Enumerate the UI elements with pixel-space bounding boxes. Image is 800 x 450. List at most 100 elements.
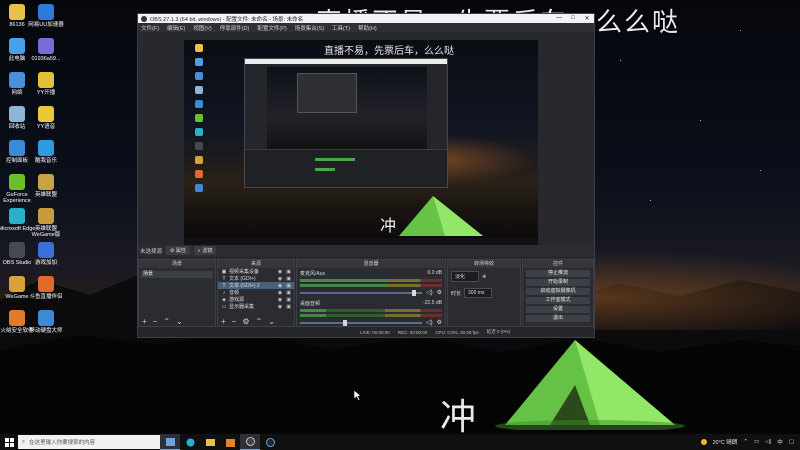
uu-accelerator-icon bbox=[38, 4, 54, 20]
network-icon[interactable]: ▭ bbox=[754, 439, 759, 445]
obs-title-bar[interactable]: OBS 27.1.3 (64 bit, windows) - 配置文件: 未命名… bbox=[138, 14, 594, 23]
move-down-icon[interactable]: ⌄ bbox=[268, 317, 275, 326]
menu-view[interactable]: 视图(V) bbox=[193, 24, 211, 32]
minimize-icon[interactable]: — bbox=[552, 15, 566, 22]
source-item[interactable]: ◈ 游戏源 ◉ ▣ bbox=[218, 296, 294, 304]
obs-status-bar: LIVE: 00:00:00 REC: 00:00:00 CPU: 0.9%, … bbox=[138, 327, 594, 337]
menu-profile[interactable]: 配置文件(P) bbox=[257, 24, 286, 32]
menu-help[interactable]: 帮助(H) bbox=[358, 24, 377, 32]
level-meter bbox=[300, 314, 442, 317]
windows-start-icon[interactable] bbox=[0, 434, 18, 450]
volume-knob[interactable] bbox=[342, 319, 347, 326]
move-up-icon[interactable]: ⌃ bbox=[256, 317, 263, 326]
source-item[interactable]: ▣ 视频采集设备 ◉ ▣ bbox=[218, 268, 294, 276]
tray-expand-icon[interactable]: ⌃ bbox=[743, 439, 748, 445]
source-item[interactable]: ▭ 显示器采集 ◉ ▣ bbox=[218, 303, 294, 311]
move-down-icon[interactable]: ⌄ bbox=[176, 317, 183, 326]
lock-icon[interactable]: ▣ bbox=[286, 276, 291, 282]
volume-icon[interactable]: ◁) bbox=[765, 439, 771, 445]
desktop-icon[interactable]: 移动硬盘大师 bbox=[25, 310, 67, 334]
task-view-icon[interactable] bbox=[160, 434, 180, 450]
visibility-eye-icon[interactable]: ◉ bbox=[278, 290, 282, 296]
speaker-icon[interactable]: ◁) bbox=[426, 289, 433, 296]
channel-settings-icon[interactable]: ⚙ bbox=[437, 319, 442, 326]
desktop-icon[interactable]: YY语音 bbox=[25, 106, 67, 130]
desktop-icon[interactable]: 英雄联盟 bbox=[25, 174, 67, 198]
desktop-icon-label: 网易UU加速器 bbox=[28, 22, 64, 28]
level-meter bbox=[300, 279, 442, 282]
control-button[interactable]: 设置 bbox=[526, 306, 590, 313]
desktop-icon-label: 酷我音乐 bbox=[34, 158, 57, 164]
steam-icon[interactable] bbox=[260, 434, 280, 450]
edge-icon[interactable] bbox=[180, 434, 200, 450]
menu-file[interactable]: 文件(F) bbox=[141, 24, 159, 32]
preview-desktop-icons bbox=[188, 44, 210, 198]
volume-slider[interactable] bbox=[300, 289, 422, 296]
move-up-icon[interactable]: ⌃ bbox=[163, 317, 170, 326]
network-icon bbox=[9, 72, 25, 88]
lock-icon[interactable]: ▣ bbox=[286, 304, 291, 310]
desktop-icon[interactable]: 网易UU加速器 bbox=[25, 4, 67, 28]
lock-icon[interactable]: ▣ bbox=[286, 269, 291, 275]
level-meter bbox=[300, 284, 442, 287]
speaker-icon[interactable]: ◁) bbox=[426, 319, 433, 326]
obs-icon[interactable] bbox=[240, 434, 260, 450]
menu-tools[interactable]: 工具(T) bbox=[332, 24, 350, 32]
maximize-icon[interactable]: □ bbox=[566, 15, 580, 22]
control-button[interactable]: 停止推流 bbox=[526, 270, 590, 277]
control-button[interactable]: 启动虚拟摄像机 bbox=[526, 288, 590, 295]
lol-wegame-icon bbox=[38, 208, 54, 224]
menu-docks[interactable]: 停靠部件(D) bbox=[220, 24, 250, 32]
control-button[interactable]: 工作室模式 bbox=[526, 297, 590, 304]
store-icon[interactable] bbox=[220, 434, 240, 450]
visibility-eye-icon[interactable]: ◉ bbox=[278, 304, 282, 310]
properties-button[interactable]: ⚙ 属性 bbox=[166, 246, 190, 255]
menu-edit[interactable]: 编辑(E) bbox=[167, 24, 185, 32]
desktop-icon[interactable]: 01936a59... bbox=[25, 38, 67, 62]
desktop-icon[interactable]: 游戏加加 bbox=[25, 242, 67, 266]
source-item[interactable]: T 文本 (GDI+) ◉ ▣ bbox=[218, 275, 294, 283]
control-button[interactable]: 开始录制 bbox=[526, 279, 590, 286]
desktop-icon[interactable]: 英雄联盟WeGame版 bbox=[25, 208, 67, 239]
close-icon[interactable]: ✕ bbox=[580, 15, 594, 22]
search-icon: ⌕ bbox=[22, 438, 26, 445]
add-transition-icon[interactable]: ⊕ bbox=[482, 274, 486, 280]
transition-select[interactable]: 淡化 bbox=[451, 271, 479, 282]
obs-preview-canvas[interactable]: 直播不易，先票后车，么么哒 冲 bbox=[184, 40, 538, 245]
visibility-eye-icon[interactable]: ◉ bbox=[278, 276, 282, 282]
volume-knob[interactable] bbox=[412, 289, 417, 296]
control-button[interactable]: 退出 bbox=[526, 315, 590, 322]
add-source-icon[interactable]: + bbox=[221, 317, 226, 326]
source-item[interactable]: ♪ 音频 ◉ ▣ bbox=[218, 289, 294, 297]
weather-text[interactable]: 20°C 晴朗 bbox=[713, 438, 738, 446]
visibility-eye-icon[interactable]: ◉ bbox=[278, 269, 282, 275]
lock-icon[interactable]: ▣ bbox=[286, 290, 291, 296]
menu-scene-collection[interactable]: 场景集合(S) bbox=[295, 24, 324, 32]
obs-window[interactable]: OBS 27.1.3 (64 bit, windows) - 配置文件: 未命名… bbox=[137, 13, 595, 338]
geforce-icon bbox=[9, 174, 25, 190]
edge-icon bbox=[9, 208, 25, 224]
desktop-icon-label: 游戏加加 bbox=[34, 260, 57, 266]
desktop-icon[interactable]: 酷我音乐 bbox=[25, 140, 67, 164]
channel-settings-icon[interactable]: ⚙ bbox=[437, 289, 442, 296]
taskbar-search-box[interactable]: ⌕ 在这里输入你要搜索的内容 bbox=[18, 435, 160, 449]
volume-slider[interactable] bbox=[300, 319, 422, 326]
source-settings-icon[interactable]: ⚙ bbox=[242, 317, 249, 326]
scene-item[interactable]: 场景 bbox=[141, 271, 213, 278]
source-item[interactable]: T 文本 (GDI+) 2 ◉ ▣ bbox=[218, 282, 294, 289]
add-scene-icon[interactable]: + bbox=[142, 317, 147, 326]
file-explorer-icon[interactable] bbox=[200, 434, 220, 450]
notification-icon[interactable]: ▢ bbox=[789, 439, 794, 445]
remove-scene-icon[interactable]: − bbox=[153, 317, 158, 326]
desktop-icon[interactable]: 斗鱼直播伴侣 bbox=[25, 276, 67, 300]
filters-button[interactable]: ◐ 滤镜 bbox=[193, 246, 217, 255]
ime-icon[interactable]: 中 bbox=[777, 438, 783, 446]
lock-icon[interactable]: ▣ bbox=[286, 283, 291, 289]
remove-source-icon[interactable]: − bbox=[232, 317, 237, 326]
desktop-icon[interactable]: YY开播 bbox=[25, 72, 67, 96]
visibility-eye-icon[interactable]: ◉ bbox=[278, 297, 282, 303]
sources-dock: 来源 ▣ 视频采集设备 ◉ ▣ T 文本 (GDI+) ◉ ▣ T 文本 (GDI+) 2 ◉ ▣ ♪ 音… bbox=[217, 259, 295, 327]
lock-icon[interactable]: ▣ bbox=[286, 297, 291, 303]
visibility-eye-icon[interactable]: ◉ bbox=[278, 283, 282, 289]
duration-input[interactable]: 300 ms bbox=[464, 288, 493, 298]
